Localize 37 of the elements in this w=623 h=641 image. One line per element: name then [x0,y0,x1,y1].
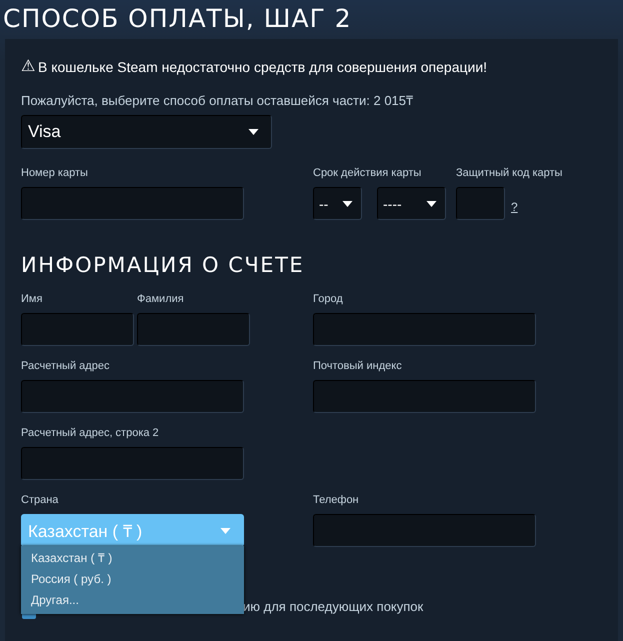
warning-message: В кошельке Steam недостаточно средств для совершения операции! [38,59,488,75]
caret-icon [342,200,353,206]
input-field[interactable] [21,380,244,413]
phone-field[interactable] [313,514,536,547]
field-label: Защитный код карты [456,167,562,181]
field-label: Номер карты [21,167,89,181]
field-label: Город [313,293,344,307]
month-select[interactable]: -- [313,187,362,220]
field-label: Срок действия карты [313,167,422,181]
field-label: Расчетный адрес [21,360,110,374]
caret-icon [426,200,437,206]
input-field[interactable] [21,313,134,346]
field-label: Почтовый индекс [313,360,403,374]
dropdown-option[interactable]: Другая... [21,590,244,611]
payment-prompt: Пожалуйста, выберите способ оплаты оставшейся части: 2 015₸ [21,92,414,109]
dropdown-option[interactable]: Казахстан ( ₸ ) [21,548,244,569]
field-label: Фамилия [137,293,185,307]
field-label: Расчетный адрес, строка 2 [21,427,160,441]
field-label: Страна [21,494,60,508]
dropdown-option[interactable]: Россия ( руб. ) [21,569,244,590]
caret-icon [220,528,231,534]
input-field[interactable] [137,313,250,346]
help-link[interactable]: ? [511,200,518,214]
payment-method-select[interactable]: Visa [21,115,272,149]
field-label: Имя [21,293,44,307]
warning-icon: ⚠ [21,58,35,76]
input-field[interactable] [21,447,244,480]
input-field[interactable] [313,313,536,346]
input-field[interactable] [313,380,536,413]
security-code-field[interactable] [456,187,505,220]
year-select[interactable]: ---- [377,187,446,220]
page-title: СПОСОБ ОПЛАТЫ, ШАГ 2 [2,3,353,35]
checkbox-label: ию для последующих покупок [243,598,424,614]
field-label: Телефон [313,494,360,508]
caret-icon [248,129,259,135]
section-heading: ИНФОРМАЦИЯ О СЧЕТЕ [21,253,306,279]
card-number-field[interactable] [21,187,244,220]
